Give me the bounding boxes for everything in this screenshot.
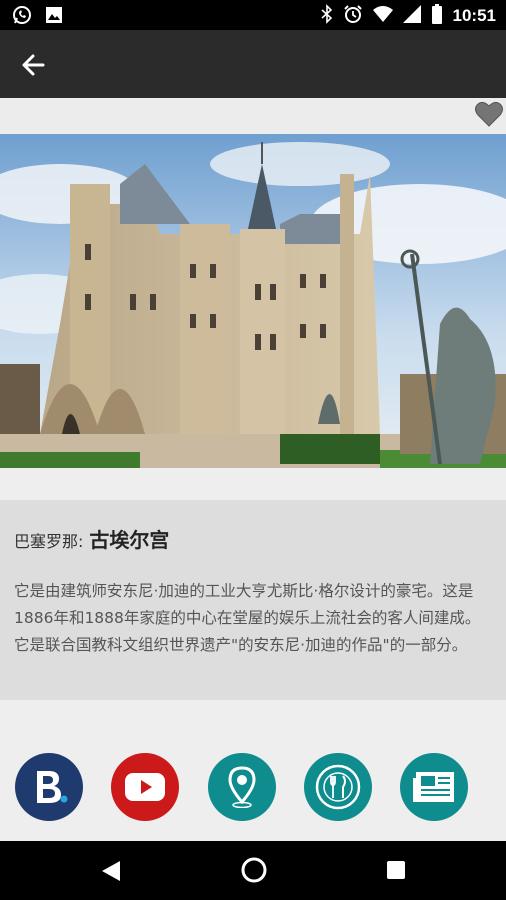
nav-back-button[interactable] — [100, 859, 122, 887]
map-pin-icon — [228, 766, 256, 808]
place-title: 巴塞罗那: 古埃尔宫 — [14, 524, 169, 553]
home-circle-icon — [241, 857, 267, 883]
heart-icon — [475, 101, 503, 127]
recents-square-icon — [387, 861, 405, 879]
plate-cutlery-icon — [315, 764, 361, 810]
place-name: 古埃尔宫 — [89, 528, 170, 552]
place-info-card: 巴塞罗那: 古埃尔宫 它是由建筑师安东尼·加迪的工业大亨尤斯比·格尔设计的豪宅。… — [0, 500, 506, 700]
hero-band — [0, 98, 506, 134]
bluetooth-icon — [320, 4, 333, 28]
newspaper-icon — [413, 772, 454, 802]
restaurant-button[interactable] — [304, 753, 372, 821]
back-triangle-icon — [102, 861, 120, 881]
booking-button[interactable] — [15, 753, 83, 821]
wifi-icon — [372, 5, 393, 27]
actions-bar — [0, 700, 506, 841]
favorite-button[interactable] — [474, 100, 504, 128]
app-bar — [0, 30, 506, 98]
place-city: 巴塞罗那: — [14, 532, 84, 551]
spacer — [0, 468, 506, 500]
status-bar: 10:51 — [0, 0, 506, 30]
place-photo — [0, 134, 506, 468]
youtube-button[interactable] — [111, 753, 179, 821]
place-description: 它是由建筑师安东尼·加迪的工业大亨尤斯比·格尔设计的豪宅。这是1886年和188… — [14, 582, 481, 654]
signal-icon — [402, 5, 421, 27]
battery-icon — [431, 4, 443, 28]
location-button[interactable] — [208, 753, 276, 821]
arrow-left-icon — [22, 54, 45, 76]
image-icon — [44, 5, 64, 29]
system-nav-bar — [0, 841, 506, 900]
alarm-icon — [343, 4, 363, 28]
whatsapp-icon — [12, 5, 32, 29]
status-time: 10:51 — [452, 6, 496, 25]
back-button[interactable] — [18, 50, 48, 80]
nav-home-button[interactable] — [240, 856, 268, 888]
nav-recents-button[interactable] — [386, 860, 406, 884]
booking-b-icon — [37, 771, 68, 803]
news-button[interactable] — [400, 753, 468, 821]
youtube-play-icon — [125, 773, 165, 801]
